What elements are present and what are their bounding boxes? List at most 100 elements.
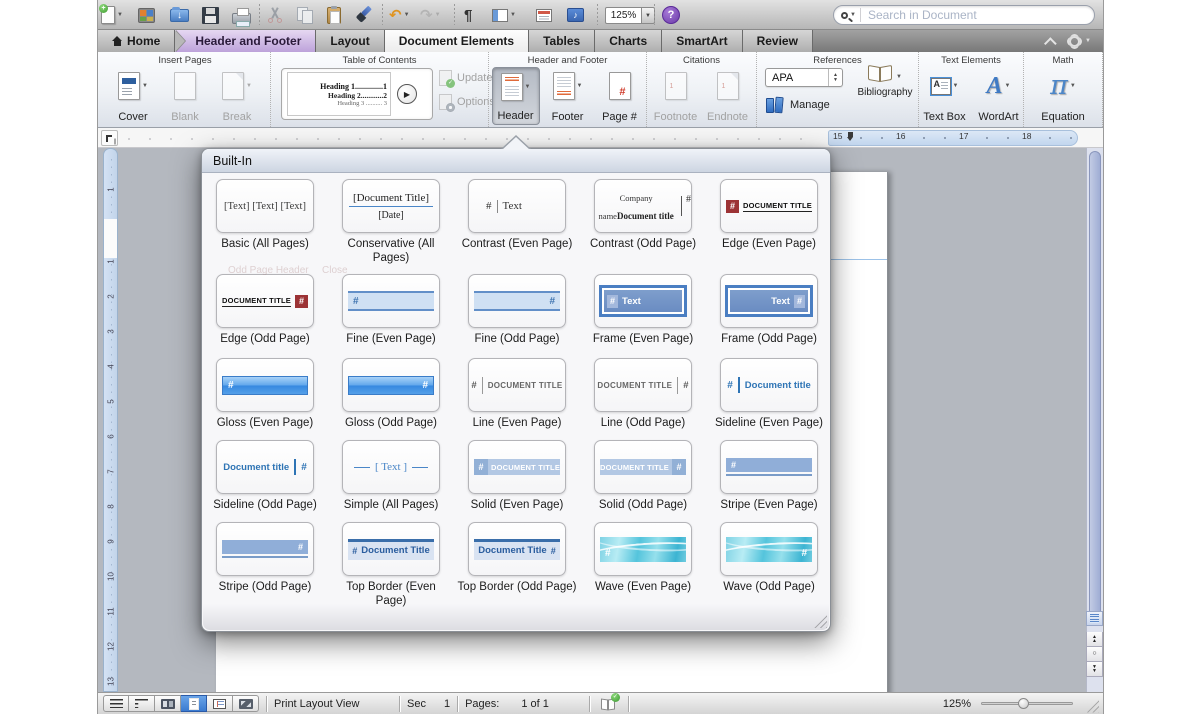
gallery-item-frame-even-page[interactable]: #TextFrame (Even Page): [580, 274, 706, 347]
wordart-button[interactable]: A▼ WordArt: [974, 67, 1023, 125]
horizontal-ruler[interactable]: 15161718: [98, 128, 1103, 148]
zoom-control[interactable]: 125%▼: [605, 3, 655, 27]
gallery-item-simple-all-pages[interactable]: [ Text ]Simple (All Pages): [328, 440, 454, 513]
notebook-layout-button[interactable]: [207, 695, 233, 712]
vertical-ruler[interactable]: 112345678910111213: [103, 148, 118, 692]
save-icon: [202, 7, 219, 24]
popup-title: Built-In: [202, 149, 830, 173]
tab-smartart[interactable]: SmartArt: [662, 30, 742, 52]
gallery-item-line-odd-page[interactable]: DOCUMENT TITLE#Line (Odd Page): [580, 358, 706, 431]
print-layout-toggle-button[interactable]: ▼: [492, 3, 516, 27]
gallery-item-label: Gloss (Even Page): [217, 417, 314, 431]
gallery-item-edge-even-page[interactable]: #DOCUMENT TITLEEdge (Even Page): [706, 179, 832, 265]
spelling-status-icon[interactable]: ✓: [601, 697, 617, 710]
gallery-item-sideline-even-page[interactable]: #Document titleSideline (Even Page): [706, 358, 832, 431]
manage-citations-button[interactable]: Manage: [765, 96, 830, 113]
bibliography-button[interactable]: ▼ Bibliography: [853, 66, 917, 98]
draft-view-button[interactable]: [103, 695, 129, 712]
gallery-item-stripe-odd-page[interactable]: #Stripe (Odd Page): [202, 522, 328, 608]
break-button[interactable]: ▼ Break: [213, 67, 261, 125]
tab-charts[interactable]: Charts: [595, 30, 662, 52]
previous-page-button[interactable]: ▲▲: [1086, 632, 1103, 647]
media-browser-button[interactable]: ♪: [567, 3, 584, 27]
gallery-item-line-even-page[interactable]: #DOCUMENT TITLELine (Even Page): [454, 358, 580, 431]
stepper-icon[interactable]: ▲▼: [828, 69, 842, 86]
gallery-item-stripe-even-page[interactable]: #Stripe (Even Page): [706, 440, 832, 513]
scrollbar-thumb[interactable]: [1089, 151, 1101, 619]
gallery-item-gloss-odd-page[interactable]: #Gloss (Odd Page): [328, 358, 454, 431]
gallery-item-edge-odd-page[interactable]: DOCUMENT TITLE#Edge (Odd Page): [202, 274, 328, 347]
cover-button[interactable]: ▼ Cover: [109, 67, 157, 125]
search-field[interactable]: ▼ Search in Document: [833, 5, 1095, 25]
gallery-item-sideline-odd-page[interactable]: Document title#Sideline (Odd Page): [202, 440, 328, 513]
copy-button[interactable]: [297, 3, 315, 27]
cut-button[interactable]: [267, 3, 283, 27]
tab-home[interactable]: Home: [98, 30, 175, 52]
gallery-item-wave-even-page[interactable]: #Wave (Even Page): [580, 522, 706, 608]
header-button[interactable]: ▼ Header: [492, 67, 540, 125]
page-number-button[interactable]: Page #: [596, 67, 644, 125]
gallery-item-solid-odd-page[interactable]: DOCUMENT TITLE#Solid (Odd Page): [580, 440, 706, 513]
gallery-item-contrast-even-page[interactable]: #TextContrast (Even Page): [454, 179, 580, 265]
tab-tables[interactable]: Tables: [529, 30, 595, 52]
next-page-button[interactable]: ▼▼: [1086, 662, 1103, 677]
publishing-layout-button[interactable]: [155, 695, 181, 712]
gallery-item-wave-odd-page[interactable]: #Wave (Odd Page): [706, 522, 832, 608]
tab-document-elements[interactable]: Document Elements: [385, 30, 529, 52]
gallery-item-gloss-even-page[interactable]: #Gloss (Even Page): [202, 358, 328, 431]
toolbox-button[interactable]: [536, 3, 552, 27]
toc-preview-line: Heading 3 .......... 3: [291, 100, 387, 107]
gallery-item-fine-even-page[interactable]: #Fine (Even Page): [328, 274, 454, 347]
print-layout-button[interactable]: [181, 695, 207, 712]
gallery-item-basic-all-pages[interactable]: [Text][Text][Text]Basic (All Pages): [202, 179, 328, 265]
outline-view-button[interactable]: [129, 695, 155, 712]
citation-style-select[interactable]: APA ▲▼: [765, 68, 843, 87]
open-button[interactable]: [170, 3, 189, 27]
blank-page-button[interactable]: Blank: [161, 67, 209, 125]
zoom-slider-knob[interactable]: [1018, 698, 1029, 709]
tab-header-and-footer[interactable]: Header and Footer: [175, 30, 316, 52]
toc-options-button[interactable]: Options: [439, 94, 495, 110]
indent-marker[interactable]: [847, 132, 854, 142]
gallery-button[interactable]: [138, 3, 155, 27]
window-resize-grip[interactable]: [1085, 699, 1099, 713]
new-document-button[interactable]: +▼: [101, 3, 123, 27]
focus-view-button[interactable]: [233, 695, 259, 712]
outline-view-icon: [135, 699, 148, 708]
format-painter-button[interactable]: [355, 3, 373, 27]
paste-button[interactable]: [327, 3, 341, 27]
zoom-slider[interactable]: [981, 702, 1073, 705]
search-scope-button[interactable]: ▼: [834, 8, 861, 22]
gallery-item-contrast-odd-page[interactable]: Company nameDocument title#Contrast (Odd…: [580, 179, 706, 265]
toc-gallery-button[interactable]: Heading 1..............1Heading 2.......…: [281, 68, 433, 120]
gallery-item-top-border-even-page[interactable]: #Document TitleTop Border (Even Page): [328, 522, 454, 608]
equation-button[interactable]: π▼ Equation: [1035, 67, 1091, 125]
ribbon-settings-button[interactable]: ▼: [1069, 36, 1091, 47]
gallery-item-top-border-odd-page[interactable]: Document Title#Top Border (Odd Page): [454, 522, 580, 608]
tab-stop-selector[interactable]: [101, 130, 118, 146]
text-box-button[interactable]: ▼ Text Box: [919, 67, 970, 125]
browse-object-button[interactable]: ○: [1086, 647, 1103, 662]
save-button[interactable]: [202, 3, 219, 27]
gallery-item-fine-odd-page[interactable]: #Fine (Odd Page): [454, 274, 580, 347]
show-formatting-button[interactable]: ¶: [464, 3, 472, 27]
tab-review[interactable]: Review: [743, 30, 813, 52]
zoom-slider-track[interactable]: [981, 702, 1073, 705]
tab-layout[interactable]: Layout: [316, 30, 384, 52]
redo-button[interactable]: ↷▼: [420, 3, 441, 27]
thumbnail-edge-even: #DOCUMENT TITLE: [720, 179, 818, 233]
undo-button[interactable]: ↶▼: [389, 3, 410, 27]
gallery-icon: [138, 8, 155, 23]
gallery-item-frame-odd-page[interactable]: Text#Frame (Odd Page): [706, 274, 832, 347]
toc-update-button[interactable]: ✓Update: [439, 70, 495, 86]
footer-button[interactable]: ▼ Footer: [544, 67, 592, 125]
gallery-item-solid-even-page[interactable]: #DOCUMENT TITLESolid (Even Page): [454, 440, 580, 513]
print-button[interactable]: [232, 3, 251, 27]
help-button[interactable]: ?: [662, 3, 680, 27]
gallery-item-conservative-all-pages[interactable]: [Document Title][Date]Conservative (All …: [328, 179, 454, 265]
collapse-ribbon-icon[interactable]: [1044, 37, 1057, 50]
footnote-button[interactable]: Footnote: [652, 67, 700, 125]
split-window-handle[interactable]: [1086, 611, 1103, 626]
endnote-button[interactable]: Endnote: [704, 67, 752, 125]
toc-expand-button[interactable]: ▶: [397, 84, 417, 104]
